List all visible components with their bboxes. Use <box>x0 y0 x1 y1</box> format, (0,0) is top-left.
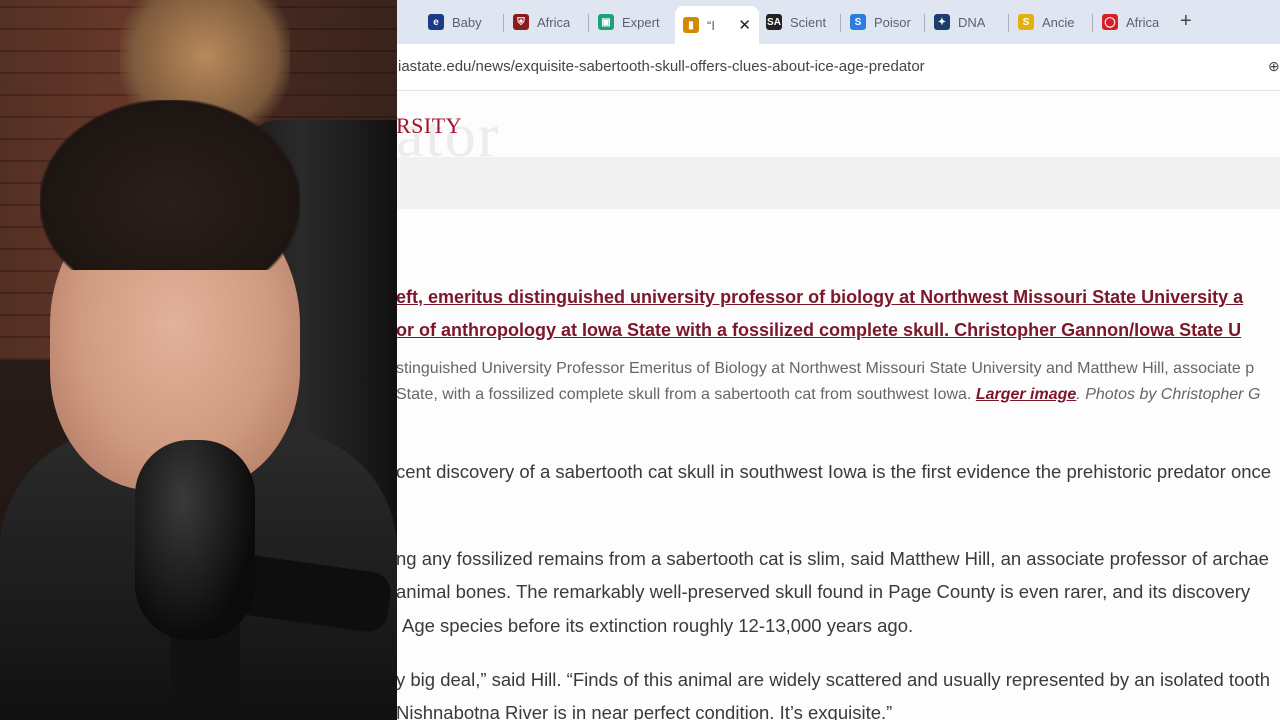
tab-title: Africa <box>1126 14 1160 30</box>
browser-tab[interactable]: ◯ Africa <box>1094 6 1178 38</box>
close-tab-icon[interactable]: ✕ <box>738 16 751 34</box>
compass-icon: ✦ <box>934 14 950 30</box>
tab-title: DNA <box>958 14 986 30</box>
tab-separator <box>588 14 589 32</box>
article-paragraph-2-line3: Age species before its extinction roughl… <box>402 615 914 636</box>
article-paragraph-3-line2: Nishnabotna River is in near perfect con… <box>396 702 893 720</box>
zoom-icon[interactable]: ⊕ <box>1268 58 1280 75</box>
tab-title: Baby <box>452 14 482 30</box>
tab-separator <box>1008 14 1009 32</box>
article-paragraph-3-line1: y big deal,” said Hill. “Finds of this a… <box>396 669 1271 690</box>
e-circle-icon: e <box>428 14 444 30</box>
new-tab-button[interactable]: + <box>1180 10 1192 33</box>
tab-separator <box>840 14 841 32</box>
url-text[interactable]: iastate.edu/news/exquisite-sabertooth-sk… <box>398 58 925 75</box>
photo-caption-link-line2[interactable]: or of anthropology at Iowa State with a … <box>396 320 1241 341</box>
browser-tab[interactable]: S Poisor <box>842 6 926 38</box>
tab-title: Poisor <box>874 14 911 30</box>
s-logo-icon: S <box>850 14 866 30</box>
article-paragraph-2-line2: animal bones. The remarkably well-preser… <box>396 581 1251 602</box>
browser-tab[interactable]: e Baby <box>420 6 504 38</box>
tab-title: Expert <box>622 14 660 30</box>
caption-text-segment: State, with a fossilized complete skull … <box>396 386 976 403</box>
expert-logo-icon: ▣ <box>598 14 614 30</box>
navigation-band <box>396 157 1280 209</box>
tab-separator <box>924 14 925 32</box>
browser-tab[interactable]: SA Scient <box>758 6 842 38</box>
tab-separator <box>503 14 504 32</box>
browser-tab[interactable]: ✦ DNA <box>926 6 1010 38</box>
tab-title: Africa <box>537 14 571 30</box>
sciam-logo-icon: SA <box>766 14 782 30</box>
article-paragraph-2-line1: ng any fossilized remains from a saberto… <box>396 548 1269 569</box>
tab-title: “I <box>707 17 715 33</box>
photo-credit-text: . Photos by Christopher G <box>1076 386 1261 403</box>
photo-caption-line1: stinguished University Professor Emeritu… <box>396 360 1255 377</box>
tab-separator <box>1092 14 1093 32</box>
tab-title: Scient <box>790 14 827 30</box>
microphone <box>135 440 255 640</box>
s-coin-icon: S <box>1018 14 1034 30</box>
tab-title: Ancie <box>1042 14 1075 30</box>
university-crest-icon: ⛨ <box>513 14 529 30</box>
flag-icon: ▮ <box>683 17 699 33</box>
browser-tab[interactable]: ▮ “I ✕ <box>675 6 759 44</box>
browser-tab[interactable]: ⛨ Africa <box>505 6 589 38</box>
browser-tab[interactable]: ▣ Expert <box>590 6 674 38</box>
site-brand-logo[interactable]: RSITY <box>396 113 462 139</box>
person-hair <box>40 100 300 270</box>
photo-caption-link-line1[interactable]: eft, emeritus distinguished university p… <box>396 287 1243 308</box>
photo-caption-line2: State, with a fossilized complete skull … <box>396 386 1260 404</box>
webcam-overlay <box>0 0 397 720</box>
speech-bubble-icon: ◯ <box>1102 14 1118 30</box>
browser-tab[interactable]: S Ancie <box>1010 6 1094 38</box>
article-paragraph-1: cent discovery of a sabertooth cat skull… <box>396 461 1272 482</box>
larger-image-link[interactable]: Larger image <box>976 386 1076 403</box>
